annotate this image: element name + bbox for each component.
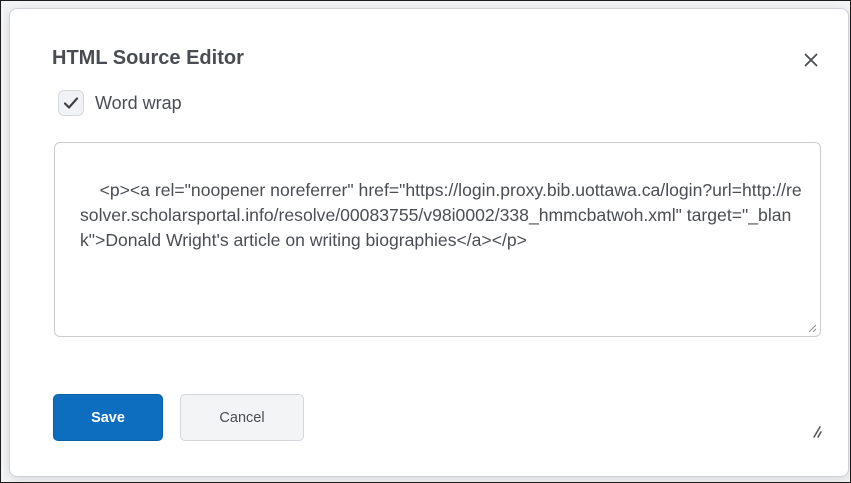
save-button[interactable]: Save [53, 394, 163, 441]
html-source-editor-dialog: HTML Source Editor Word wrap <p><a rel="… [9, 8, 849, 477]
html-source-text: <p><a rel="noopener noreferrer" href="ht… [80, 180, 802, 250]
textarea-resize-grip-icon[interactable] [807, 323, 817, 333]
close-icon [804, 53, 818, 67]
word-wrap-checkbox[interactable] [58, 90, 84, 116]
html-source-textarea[interactable]: <p><a rel="noopener noreferrer" href="ht… [54, 142, 821, 337]
word-wrap-label: Word wrap [95, 92, 182, 113]
word-wrap-option: Word wrap [58, 88, 182, 118]
dialog-resize-grip-icon[interactable] [807, 423, 823, 439]
checkmark-icon [63, 97, 79, 109]
cancel-button[interactable]: Cancel [180, 394, 304, 441]
dialog-title: HTML Source Editor [52, 47, 244, 69]
close-button[interactable] [798, 47, 824, 73]
